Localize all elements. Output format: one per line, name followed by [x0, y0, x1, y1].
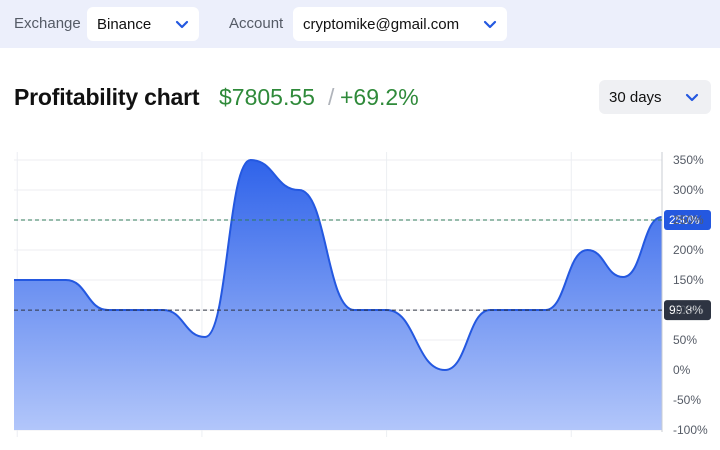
- filter-bar: Exchange Binance Account cryptomike@gmai…: [0, 0, 720, 48]
- y-tick-label: -100%: [673, 423, 708, 437]
- y-tick-label: -50%: [673, 393, 701, 407]
- y-tick-label: 150%: [673, 273, 704, 287]
- exchange-value: Binance: [97, 15, 152, 33]
- page-title: Profitability chart: [14, 84, 200, 110]
- account-select[interactable]: cryptomike@gmail.com: [293, 7, 507, 41]
- exchange-label: Exchange: [14, 15, 81, 32]
- period-select[interactable]: 30 days: [599, 80, 711, 114]
- chevron-down-icon: [483, 20, 497, 29]
- chevron-down-icon: [685, 93, 699, 102]
- profit-percent: +69.2%: [340, 84, 419, 110]
- profit-amount: $7805.55: [219, 84, 315, 110]
- y-tick-label: 200%: [673, 243, 704, 257]
- period-value: 30 days: [609, 88, 662, 106]
- profit-area: [14, 160, 662, 430]
- amount-separator: /: [328, 84, 335, 110]
- y-tick-label: 250%: [673, 213, 704, 227]
- chevron-down-icon: [175, 20, 189, 29]
- y-axis-ticks: 350% 300% 250% 200% 150% 100% 50% 0% -50% -100%: [673, 153, 708, 437]
- account-label: Account: [229, 15, 284, 32]
- y-tick-label: 50%: [673, 333, 697, 347]
- y-tick-label: 300%: [673, 183, 704, 197]
- exchange-select[interactable]: Binance: [87, 7, 199, 41]
- profitability-chart: 250%99.8% 350%300%250%200%150%100%50%0%-…: [14, 152, 711, 437]
- y-tick-label: 100%: [673, 303, 704, 317]
- account-value: cryptomike@gmail.com: [303, 15, 460, 33]
- y-tick-label: 350%: [673, 153, 704, 167]
- y-tick-label: 0%: [673, 363, 691, 377]
